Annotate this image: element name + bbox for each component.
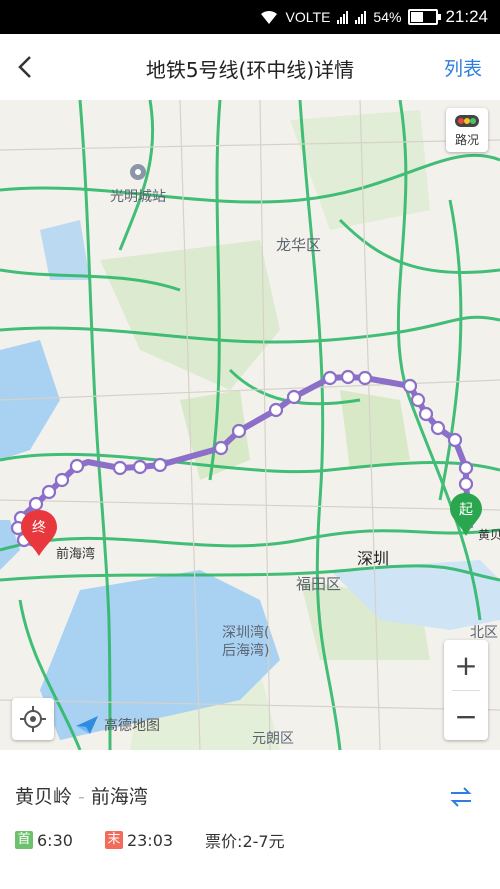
zoom-controls: + − bbox=[444, 640, 488, 740]
last-train-tag: 末 bbox=[104, 831, 123, 849]
end-marker-label: 终 bbox=[32, 520, 46, 536]
station-pin-icon bbox=[130, 164, 146, 180]
map-label-beiqu: 北区 bbox=[470, 625, 498, 641]
list-button[interactable]: 列表 bbox=[444, 54, 482, 81]
map-label-shenzhen: 深圳 bbox=[357, 549, 390, 568]
traffic-light-icon bbox=[455, 115, 479, 127]
battery-icon bbox=[408, 9, 442, 25]
battery-percent: 54% bbox=[373, 9, 402, 25]
schedule-row: 首 6:30 末 23:03 票价:2-7元 bbox=[15, 828, 285, 852]
clock: 21:24 bbox=[445, 7, 488, 26]
start-marker-label: 起 bbox=[459, 502, 473, 518]
amap-logo-icon bbox=[76, 716, 98, 734]
wifi-icon bbox=[260, 10, 277, 24]
map-label-qianhaiwan: 前海湾 bbox=[56, 547, 96, 562]
page-title: 地铁5号线(环中线)详情 bbox=[145, 58, 355, 82]
route-endpoints: 黄贝岭 - 前海湾 bbox=[15, 782, 148, 809]
traffic-toggle-button[interactable]: 路况 bbox=[446, 108, 488, 152]
route-from: 黄贝岭 bbox=[15, 786, 73, 808]
map-label-longhua: 龙华区 bbox=[276, 236, 322, 254]
map-label-houhaiwan: 后海湾) bbox=[222, 643, 270, 659]
last-train-time: 23:03 bbox=[126, 830, 174, 850]
swap-direction-icon[interactable] bbox=[448, 784, 474, 810]
route-info-panel: 黄贝岭 - 前海湾 首 6:30 末 23:03 票价:2-7元 bbox=[0, 750, 500, 889]
signal-icon-2 bbox=[355, 10, 367, 24]
logo-text: 高德地图 bbox=[104, 718, 160, 734]
map-label-futian: 福田区 bbox=[296, 575, 342, 593]
zoom-out-button[interactable]: − bbox=[444, 691, 488, 741]
amap-logo: 高德地图 bbox=[74, 714, 160, 736]
first-train-tag: 首 bbox=[15, 831, 33, 849]
traffic-label: 路况 bbox=[454, 133, 479, 147]
fare-info: 票价:2-7元 bbox=[205, 832, 285, 851]
map-view[interactable]: 起 终 光明城站 龙华区 前海湾 黄贝 深圳 福田区 深圳湾( 后海湾) 北区 … bbox=[0, 100, 500, 750]
crosshair-icon bbox=[20, 706, 46, 732]
network-label: VOLTE bbox=[285, 9, 331, 25]
map-label-guangming: 光明城站 bbox=[110, 189, 166, 205]
map-label-shenzhenwan: 深圳湾( bbox=[222, 625, 270, 641]
app-header: 地铁5号线(环中线)详情 列表 bbox=[0, 34, 500, 101]
first-train-time: 6:30 bbox=[37, 830, 73, 850]
end-marker-icon[interactable]: 终 bbox=[21, 510, 57, 556]
status-bar: VOLTE 54% 21:24 bbox=[0, 0, 500, 34]
map-label-huangbei: 黄贝 bbox=[478, 528, 500, 542]
route-to: 前海湾 bbox=[90, 786, 148, 808]
signal-icon bbox=[337, 10, 349, 24]
zoom-in-button[interactable]: + bbox=[444, 640, 488, 690]
route-separator: - bbox=[78, 786, 85, 808]
map-label-yuanlang: 元朗区 bbox=[252, 731, 294, 747]
locate-button[interactable] bbox=[12, 698, 54, 740]
